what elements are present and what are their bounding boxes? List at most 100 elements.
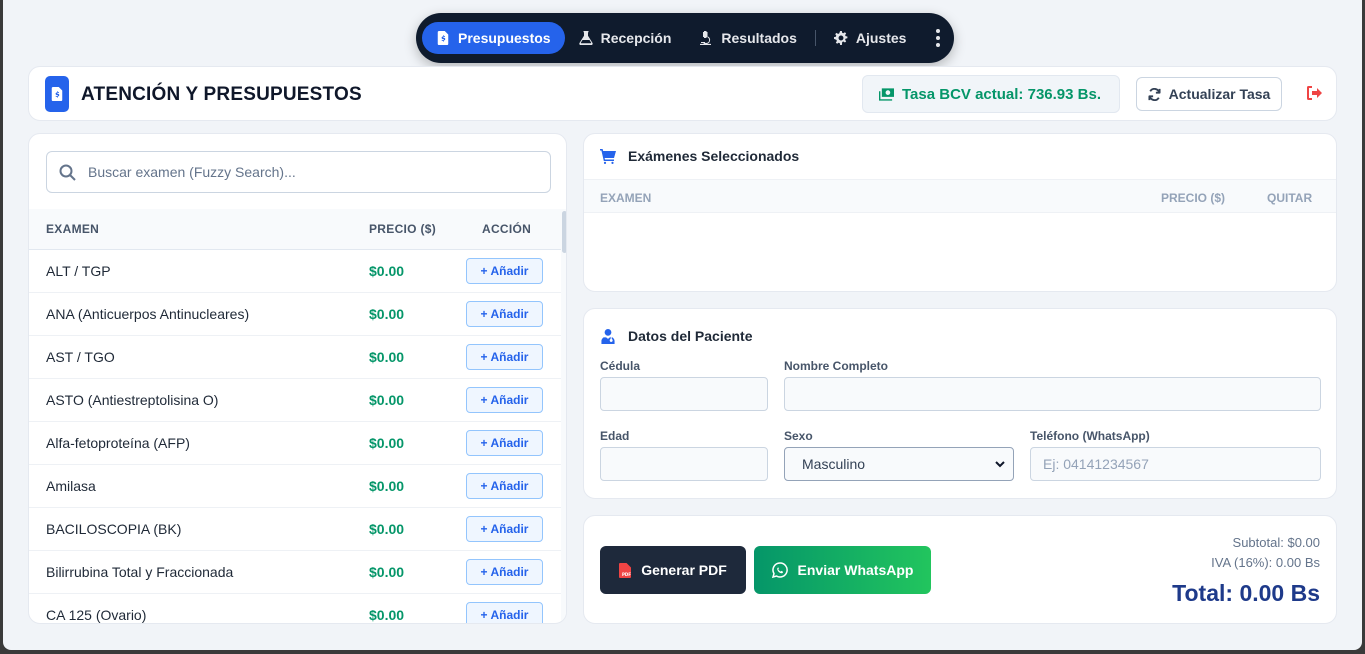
exchange-rate-text: Tasa BCV actual: 736.93 Bs. [902,85,1101,103]
top-nav: Presupuestos Recepción Resultados Ajuste… [416,13,954,63]
update-rate-button[interactable]: Actualizar Tasa [1136,77,1282,111]
selected-table-header: EXAMEN PRECIO ($) QUITAR [584,179,1336,213]
generate-pdf-label: Generar PDF [641,562,727,578]
refresh-icon [1148,87,1161,101]
nav-divider [814,30,816,46]
add-exam-button[interactable]: + Añadir [466,301,543,327]
exam-name: AST / TGO [46,349,115,365]
search-box[interactable] [46,151,551,193]
table-row: ANA (Anticuerpos Antinucleares) $0.00 + … [29,293,561,336]
nav-label: Presupuestos [458,30,551,46]
patient-data-heading: Datos del Paciente [628,328,753,344]
age-field[interactable] [600,447,768,481]
page-header: ATENCIÓN Y PRESUPUESTOS Tasa BCV actual:… [28,66,1337,121]
search-input[interactable] [88,164,508,180]
gear-icon [833,31,848,45]
exam-catalog-panel: EXAMEN PRECIO ($) ACCIÓN ALT / TGP $0.00… [28,133,567,624]
money-bill-icon [879,87,894,101]
add-exam-button[interactable]: + Añadir [466,473,543,499]
table-row: CA 125 (Ovario) $0.00 + Añadir [29,594,561,623]
subtotal-text: Subtotal: $0.00 [1232,535,1320,550]
nav-ajustes[interactable]: Ajustes [820,22,921,54]
exam-price: $0.00 [369,521,405,537]
shopping-cart-icon [600,148,616,164]
column-header-exam: EXAMEN [46,222,100,236]
exam-price: $0.00 [369,349,405,365]
exam-price: $0.00 [369,478,405,494]
cedula-label: Cédula [600,359,641,373]
exam-name: BACILOSCOPIA (BK) [46,521,182,537]
table-row: ASTO (Antiestreptolisina O) $0.00 + Añad… [29,379,561,422]
vertical-dots-icon[interactable] [930,25,946,51]
chevron-down-icon [995,461,1005,468]
exam-list-scrollbar[interactable] [561,209,566,623]
phone-field[interactable]: Ej: 04141234567 [1030,447,1321,481]
whatsapp-icon [771,562,788,578]
nav-presupuestos[interactable]: Presupuestos [422,22,565,54]
column-header-price: PRECIO ($) [369,222,437,236]
cedula-field[interactable] [600,377,768,411]
table-row: Alfa-fetoproteína (AFP) $0.00 + Añadir [29,422,561,465]
column-header-remove: QUITAR [1267,191,1313,205]
table-row: BACILOSCOPIA (BK) $0.00 + Añadir [29,508,561,551]
app-window: Presupuestos Recepción Resultados Ajuste… [3,0,1362,650]
nav-resultados[interactable]: Resultados [685,22,810,54]
file-pdf-icon: PDF [619,562,632,578]
exam-price: $0.00 [369,392,405,408]
full-name-field[interactable] [784,377,1321,411]
table-row: AST / TGO $0.00 + Añadir [29,336,561,379]
add-exam-button[interactable]: + Añadir [466,344,543,370]
exam-name: Bilirrubina Total y Fraccionada [46,564,234,580]
nav-recepcion[interactable]: Recepción [565,22,686,54]
exam-name: CA 125 (Ovario) [46,607,147,623]
svg-text:PDF: PDF [622,572,631,577]
add-exam-button[interactable]: + Añadir [466,602,543,623]
add-exam-button[interactable]: + Añadir [466,430,543,456]
selected-exams-title: Exámenes Seleccionados [600,148,799,164]
exam-table-body: ALT / TGP $0.00 + Añadir ANA (Anticuerpo… [29,250,561,623]
exam-price: $0.00 [369,263,405,279]
nav-label: Recepción [600,30,672,46]
send-whatsapp-label: Enviar WhatsApp [797,562,914,578]
totals-card: PDF Generar PDF Enviar WhatsApp Subtotal… [583,515,1337,624]
exam-name: Alfa-fetoproteína (AFP) [46,435,190,451]
exam-name: ANA (Anticuerpos Antinucleares) [46,306,250,322]
add-exam-button[interactable]: + Añadir [466,387,543,413]
exchange-rate-badge: Tasa BCV actual: 736.93 Bs. [862,75,1120,113]
update-rate-label: Actualizar Tasa [1168,86,1271,102]
generate-pdf-button[interactable]: PDF Generar PDF [600,546,746,594]
patient-data-title: Datos del Paciente [600,328,753,344]
nav-label: Ajustes [855,30,907,46]
sex-select[interactable]: Masculino [784,447,1014,481]
scrollbar-thumb[interactable] [562,211,566,253]
exam-price: $0.00 [369,306,405,322]
page-title: ATENCIÓN Y PRESUPUESTOS [81,84,362,105]
exam-name: ASTO (Antiestreptolisina O) [46,392,219,408]
exam-name: Amilasa [46,478,96,494]
file-invoice-logo-icon [45,76,69,112]
nav-label: Resultados [721,30,797,46]
sex-label: Sexo [784,429,813,443]
exam-price: $0.00 [369,435,405,451]
exam-price: $0.00 [369,607,405,623]
send-whatsapp-button[interactable]: Enviar WhatsApp [754,546,931,594]
column-header-exam: EXAMEN [600,191,652,205]
exam-table-header: EXAMEN PRECIO ($) ACCIÓN [29,209,561,250]
add-exam-button[interactable]: + Añadir [466,258,543,284]
column-header-price: PRECIO ($) [1161,191,1226,205]
full-name-label: Nombre Completo [784,359,889,373]
phone-label: Teléfono (WhatsApp) [1030,429,1150,443]
table-row: ALT / TGP $0.00 + Añadir [29,250,561,293]
add-exam-button[interactable]: + Añadir [466,516,543,542]
sex-select-value: Masculino [802,456,866,472]
exam-name: ALT / TGP [46,263,111,279]
selected-exams-heading: Exámenes Seleccionados [628,148,800,164]
microscope-icon [700,31,712,45]
flask-icon [578,31,593,45]
logout-icon[interactable] [1306,85,1324,101]
user-doctor-icon [601,328,615,344]
iva-text: IVA (16%): 0.00 Bs [1211,555,1320,570]
table-row: Bilirrubina Total y Fraccionada $0.00 + … [29,551,561,594]
patient-data-card: Datos del Paciente Cédula Nombre Complet… [583,308,1337,499]
add-exam-button[interactable]: + Añadir [466,559,543,585]
